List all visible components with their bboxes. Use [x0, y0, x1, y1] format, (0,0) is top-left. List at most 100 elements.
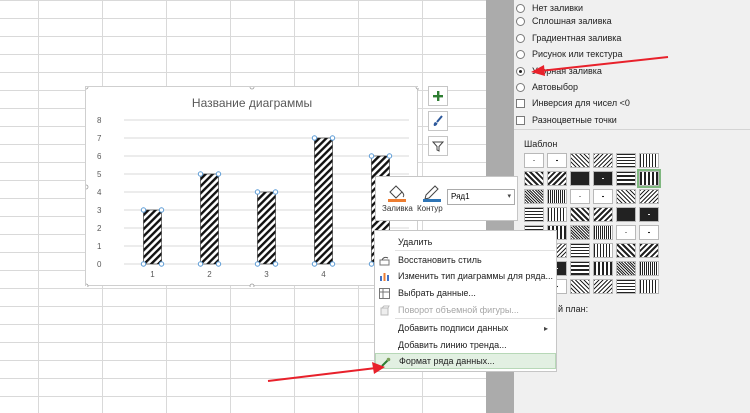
selection-handle[interactable]	[197, 171, 204, 177]
pattern-swatch[interactable]	[639, 225, 659, 240]
selection-handle[interactable]	[140, 207, 147, 213]
series-select[interactable]: Ряд1 ▾	[447, 189, 515, 205]
chart-resize-handle[interactable]	[86, 87, 89, 90]
chart-elements-button[interactable]	[428, 86, 448, 106]
selection-handle[interactable]	[254, 189, 261, 195]
selection-handle[interactable]	[140, 261, 147, 267]
pattern-swatch[interactable]	[639, 153, 659, 168]
pattern-swatch[interactable]	[639, 243, 659, 258]
menu-item[interactable]: Формат ряда данных...	[375, 353, 556, 369]
chart-resize-handle[interactable]	[249, 283, 255, 287]
selection-handle[interactable]	[386, 153, 393, 159]
menu-item[interactable]: Добавить линию тренда...	[375, 337, 556, 353]
menu-item[interactable]: Добавить подписи данных ▸	[375, 320, 556, 336]
pattern-heading-label: Шаблон	[524, 139, 558, 149]
pattern-swatch[interactable]	[524, 189, 544, 204]
pattern-swatch[interactable]	[570, 207, 590, 222]
vary-colors-checkbox[interactable]: Разноцветные точки	[516, 112, 617, 128]
pattern-swatch[interactable]	[639, 279, 659, 294]
selection-handle[interactable]	[215, 261, 222, 267]
chart-bar[interactable]	[314, 137, 333, 265]
chart-title[interactable]: Название диаграммы	[192, 96, 312, 110]
fill-option-picture[interactable]: Рисунок или текстура	[516, 46, 622, 62]
selection-handle[interactable]	[311, 135, 318, 141]
selection-handle[interactable]	[272, 261, 279, 267]
selection-handle[interactable]	[311, 261, 318, 267]
selection-handle[interactable]	[254, 261, 261, 267]
pattern-swatch[interactable]	[593, 189, 613, 204]
pattern-swatch[interactable]	[593, 153, 613, 168]
pattern-swatch[interactable]	[593, 261, 613, 276]
checkbox-box[interactable]	[516, 98, 525, 108]
pattern-swatch[interactable]	[593, 279, 613, 294]
pattern-swatch[interactable]	[616, 243, 636, 258]
bar-chart[interactable]: Название диаграммы 01234567812345	[85, 86, 419, 287]
pattern-swatch[interactable]	[547, 189, 567, 204]
menu-item[interactable]: Выбрать данные...	[375, 285, 556, 301]
pattern-swatch[interactable]	[616, 189, 636, 204]
selection-handle[interactable]	[197, 261, 204, 267]
chevron-down-icon: ▾	[507, 193, 511, 200]
fill-option-pattern[interactable]: Узорная заливка	[516, 63, 602, 79]
fill-option-auto[interactable]: Автовыбор	[516, 79, 578, 95]
pattern-swatch[interactable]	[593, 225, 613, 240]
selection-handle[interactable]	[215, 171, 222, 177]
chart-resize-handle[interactable]	[415, 87, 419, 90]
radio-none[interactable]	[516, 3, 525, 13]
chart-styles-button[interactable]	[428, 111, 448, 131]
pattern-swatch[interactable]	[524, 171, 544, 186]
fill-option-solid[interactable]: Сплошная заливка	[516, 13, 612, 29]
fill-button[interactable]	[386, 182, 408, 202]
selection-handle[interactable]	[272, 189, 279, 195]
selection-handle[interactable]	[368, 153, 375, 159]
radio-gradient[interactable]	[516, 33, 525, 43]
fill-option-gradient[interactable]: Градиентная заливка	[516, 30, 621, 46]
chart-filters-button[interactable]	[428, 136, 448, 156]
pattern-swatch[interactable]	[616, 171, 636, 186]
pattern-swatch[interactable]	[616, 225, 636, 240]
selection-handle[interactable]	[329, 135, 336, 141]
menu-item[interactable]: Удалить	[375, 234, 556, 250]
pattern-swatch[interactable]	[570, 189, 590, 204]
pattern-swatch[interactable]	[524, 153, 544, 168]
pattern-swatch[interactable]	[570, 153, 590, 168]
pattern-swatch[interactable]	[639, 207, 659, 222]
selection-handle[interactable]	[158, 207, 165, 213]
radio-solid[interactable]	[516, 16, 525, 26]
menu-item[interactable]: Восстановить стиль	[375, 252, 556, 268]
pattern-swatch[interactable]	[547, 171, 567, 186]
pattern-swatch[interactable]	[639, 189, 659, 204]
pattern-swatch[interactable]	[637, 169, 661, 188]
selection-handle[interactable]	[158, 261, 165, 267]
menu-item[interactable]: Изменить тип диаграммы для ряда...	[375, 268, 556, 284]
pattern-swatch[interactable]	[616, 207, 636, 222]
pattern-swatch[interactable]	[616, 279, 636, 294]
radio-pattern[interactable]	[516, 66, 525, 76]
chart-bar[interactable]	[200, 173, 219, 265]
radio-picture[interactable]	[516, 49, 525, 59]
checkbox-box[interactable]	[516, 115, 525, 125]
pattern-swatch[interactable]	[570, 225, 590, 240]
pattern-swatch[interactable]	[547, 153, 567, 168]
pattern-swatch[interactable]	[616, 153, 636, 168]
pattern-swatch[interactable]	[547, 207, 567, 222]
pattern-swatch[interactable]	[616, 261, 636, 276]
pattern-swatch[interactable]	[593, 207, 613, 222]
pattern-swatch[interactable]	[570, 243, 590, 258]
pattern-swatch[interactable]	[524, 207, 544, 222]
chart-bar[interactable]	[257, 191, 276, 265]
chart-resize-handle[interactable]	[86, 283, 89, 287]
outline-button[interactable]	[421, 182, 443, 202]
pattern-swatch[interactable]	[570, 261, 590, 276]
chart-bar[interactable]	[143, 209, 162, 265]
radio-auto[interactable]	[516, 82, 525, 92]
pattern-swatch[interactable]	[570, 279, 590, 294]
pattern-swatch[interactable]	[639, 261, 659, 276]
pattern-swatch[interactable]	[593, 171, 613, 186]
chart-resize-handle[interactable]	[249, 87, 255, 90]
selection-handle[interactable]	[329, 261, 336, 267]
chart-resize-handle[interactable]	[86, 184, 89, 190]
pattern-swatch[interactable]	[570, 171, 590, 186]
pattern-swatch[interactable]	[593, 243, 613, 258]
invert-negative-checkbox[interactable]: Инверсия для чисел <0	[516, 95, 630, 111]
